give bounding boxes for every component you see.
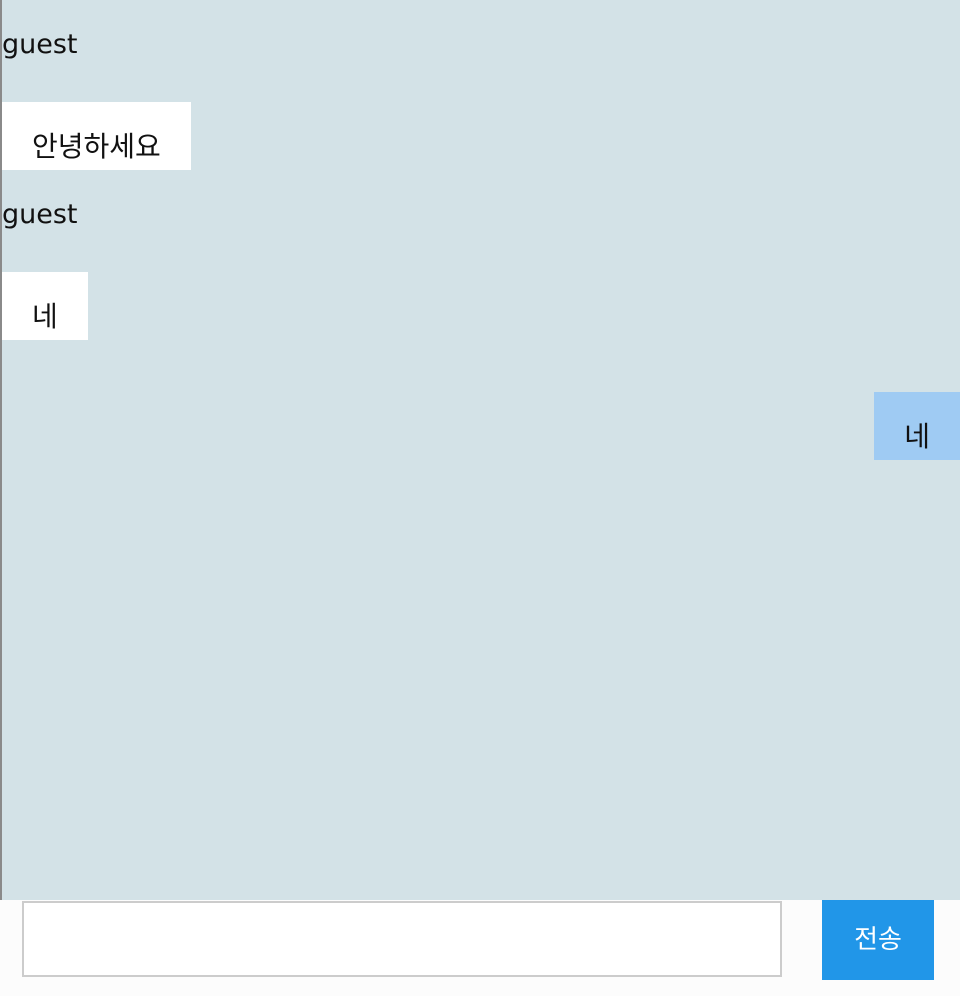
incoming-message-bubble: 안녕하세요 (2, 102, 191, 170)
message-composer: 전송 (2, 900, 960, 996)
send-button[interactable]: 전송 (822, 900, 934, 980)
incoming-message-bubble: 네 (2, 272, 88, 340)
chat-app: guest 안녕하세요 guest 네 네 전송 (0, 0, 960, 996)
outgoing-message-bubble: 네 (874, 392, 960, 460)
message-list[interactable]: guest 안녕하세요 guest 네 네 (2, 0, 960, 900)
message-input[interactable] (22, 901, 782, 977)
message-sender: guest (2, 199, 78, 230)
message-sender: guest (2, 29, 78, 60)
